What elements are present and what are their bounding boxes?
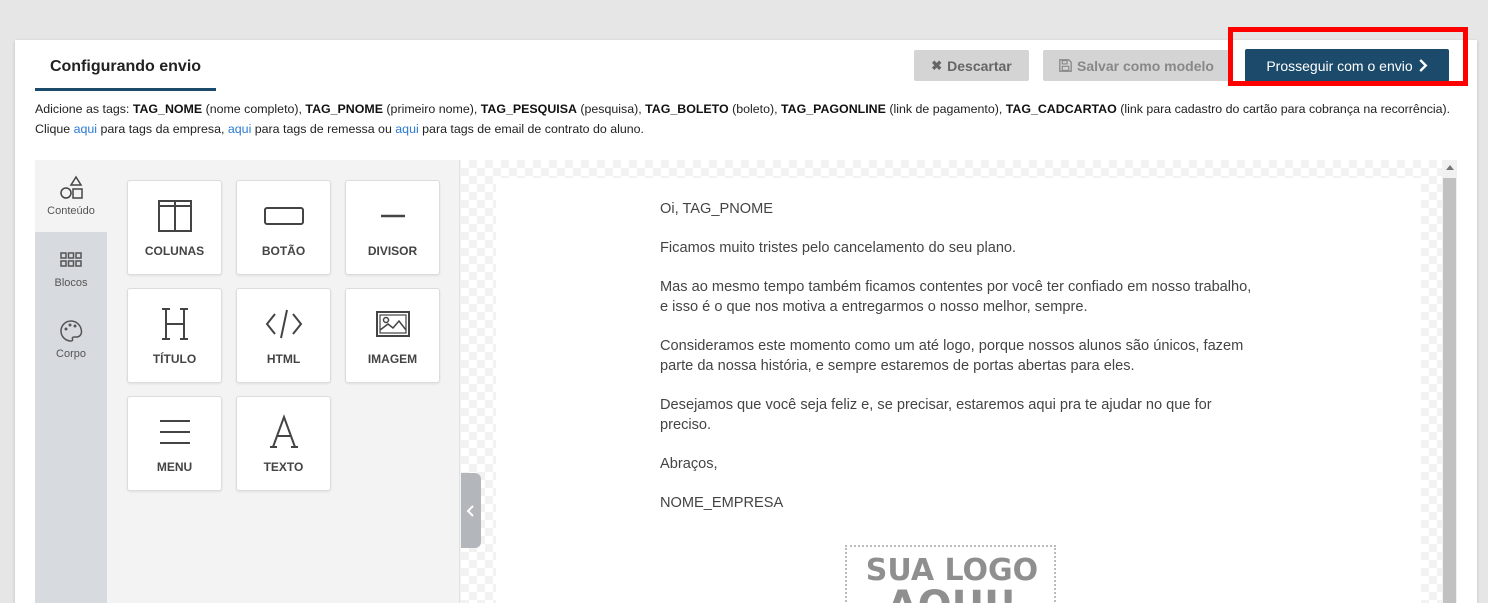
configuration-card: Configurando envio ✖ Descartar Salvar co… [15, 27, 1477, 603]
email-paragraph: Desejamos que você seja feliz e, se prec… [660, 396, 1212, 433]
tool-titulo[interactable]: TÍTULO [127, 288, 222, 383]
email-paragraph: Mas ao mesmo tempo também ficamos conten… [660, 279, 1252, 315]
discard-label: Descartar [947, 57, 1012, 74]
editor-side-nav: Conteúdo Blocos Corpo [35, 160, 107, 603]
email-paragraph: NOME_EMPRESA [660, 494, 784, 511]
collapse-panel-button[interactable] [461, 473, 481, 548]
tags-text: para tags da empresa, [97, 122, 228, 136]
tag-nome: TAG_NOME [132, 102, 203, 116]
palette-icon [60, 320, 83, 342]
tag-desc: (link de pagamento), [885, 102, 1006, 116]
discard-button[interactable]: ✖ Descartar [914, 50, 1029, 81]
tool-label: COLUNAS [144, 243, 205, 258]
tag-pesquisa: TAG_PESQUISA [480, 102, 577, 116]
shapes-icon [60, 175, 83, 199]
content-tools-panel: COLUNAS BOTÃO DIVISOR TÍTULO HTML IMAGEM… [107, 160, 460, 603]
proceed-send-button[interactable]: Prosseguir com o envio [1245, 49, 1449, 82]
chevron-left-icon [466, 504, 474, 517]
nav-label: Corpo [56, 348, 86, 360]
remessa-tags-link[interactable]: aqui [228, 122, 251, 136]
logo-placeholder-image: SUA LOGO AQUI! [866, 553, 1038, 603]
email-paragraph: Abraços, [660, 455, 718, 472]
tool-imagem[interactable]: IMAGEM [345, 288, 440, 383]
tool-label: MENU [156, 459, 193, 474]
tool-botao[interactable]: BOTÃO [236, 180, 331, 275]
company-tags-link[interactable]: aqui [74, 122, 97, 136]
tags-prefix: Adicione as tags: [35, 102, 133, 116]
tags-text: para tags de email de contrato do aluno. [418, 122, 644, 136]
floppy-disk-icon [1059, 59, 1072, 72]
logo-placeholder[interactable]: SUA LOGO AQUI! [845, 545, 1056, 603]
tool-menu[interactable]: MENU [127, 396, 222, 491]
email-paragraph: Consideramos este momento como um até lo… [660, 338, 1244, 374]
save-as-template-button[interactable]: Salvar como modelo [1043, 50, 1230, 81]
tag-pnome: TAG_PNOME [305, 102, 383, 116]
email-editor: Conteúdo Blocos Corpo COLUNAS BOTÃO DIVI… [35, 160, 1457, 603]
tag-desc: (nome completo), [202, 102, 306, 116]
grid-icon [60, 252, 82, 267]
svg-text:AQUI!: AQUI! [887, 583, 1018, 603]
tool-label: TEXTO [263, 459, 304, 474]
tags-instructions: Adicione as tags: TAG_NOME (nome complet… [35, 99, 1460, 139]
email-paragraph: Ficamos muito tristes pelo cancelamento … [660, 240, 1017, 257]
nav-item-blocos[interactable]: Blocos [35, 232, 107, 304]
menu-icon [159, 419, 190, 444]
divider-icon [380, 214, 405, 217]
tag-pagonline: TAG_PAGONLINE [781, 102, 886, 116]
tool-divisor[interactable]: DIVISOR [345, 180, 440, 275]
email-paragraph: Oi, TAG_PNOME [660, 201, 773, 217]
nav-item-conteudo[interactable]: Conteúdo [35, 160, 107, 232]
email-canvas: Oi, TAG_PNOME Ficamos muito tristes pelo… [461, 160, 1457, 603]
scroll-up-icon[interactable] [1446, 165, 1454, 170]
tag-cadcartao: TAG_CADCARTAO [1005, 102, 1117, 116]
image-icon [375, 310, 410, 337]
tag-desc: (primeiro nome), [382, 102, 481, 116]
email-body[interactable]: Oi, TAG_PNOME Ficamos muito tristes pelo… [660, 200, 1260, 533]
heading-icon [161, 307, 188, 340]
canvas-scrollbar[interactable] [1442, 160, 1457, 603]
columns-icon [157, 199, 192, 232]
tag-desc: (pesquisa), [576, 102, 646, 116]
chevron-right-icon [1419, 59, 1428, 72]
save-label: Salvar como modelo [1077, 57, 1214, 74]
tool-html[interactable]: HTML [236, 288, 331, 383]
nav-item-corpo[interactable]: Corpo [35, 303, 107, 375]
tool-label: HTML [266, 351, 301, 366]
tag-desc: (boleto), [728, 102, 781, 116]
close-icon: ✖ [931, 57, 943, 73]
tool-label: DIVISOR [367, 243, 418, 258]
tool-colunas[interactable]: COLUNAS [127, 180, 222, 275]
tags-text: para tags de remessa ou [251, 122, 396, 136]
tag-boleto: TAG_BOLETO [645, 102, 729, 116]
tool-texto[interactable]: TEXTO [236, 396, 331, 491]
proceed-label: Prosseguir com o envio [1266, 57, 1413, 74]
nav-label: Blocos [54, 277, 88, 289]
scrollbar-thumb[interactable] [1443, 178, 1456, 603]
code-icon [265, 309, 302, 338]
tool-label: TÍTULO [152, 351, 197, 366]
tool-label: BOTÃO [261, 243, 306, 258]
nav-label: Conteúdo [47, 205, 95, 217]
tab-configurando-envio[interactable]: Configurando envio [35, 40, 216, 91]
contract-tags-link[interactable]: aqui [395, 122, 418, 136]
tool-label: IMAGEM [367, 351, 418, 366]
button-icon [263, 206, 304, 225]
email-preview: Oi, TAG_PNOME Ficamos muito tristes pelo… [496, 178, 1421, 603]
text-icon [269, 413, 298, 448]
